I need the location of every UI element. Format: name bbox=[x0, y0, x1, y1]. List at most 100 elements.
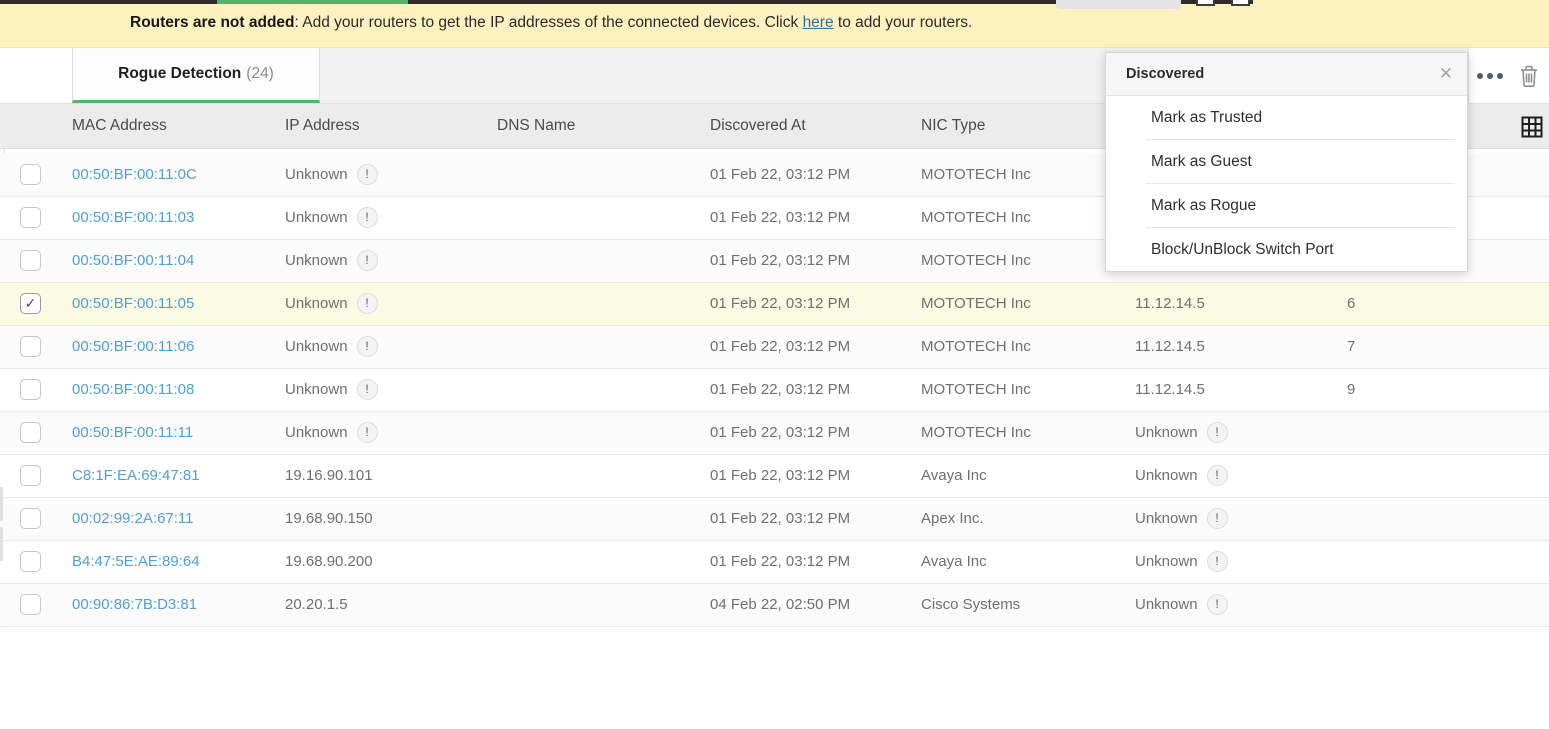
column-header-ip-address[interactable]: IP Address bbox=[285, 104, 360, 148]
ip-address-cell: Unknown! bbox=[285, 240, 378, 282]
table-row[interactable]: ✓ 00:50:BF:00:11:05 Unknown! 01 Feb 22, … bbox=[0, 283, 1549, 326]
nic-type-cell: MOTOTECH Inc bbox=[921, 369, 1031, 411]
unknown-warning-badge: ! bbox=[1207, 465, 1228, 486]
switch-cell: Unknown! bbox=[1135, 412, 1228, 454]
switch-cell: 11.12.14.5 bbox=[1135, 283, 1205, 325]
nic-type-cell: MOTOTECH Inc bbox=[921, 197, 1031, 239]
tab-count: (24) bbox=[246, 65, 274, 83]
discovered-at-cell: 01 Feb 22, 03:12 PM bbox=[710, 240, 850, 282]
mac-address-link[interactable]: 00:50:BF:00:11:06 bbox=[72, 326, 194, 368]
row-checkbox[interactable] bbox=[20, 465, 41, 486]
more-actions-icon[interactable] bbox=[1477, 73, 1503, 79]
column-header-dns-name[interactable]: DNS Name bbox=[497, 104, 575, 148]
ip-address-cell: 19.68.90.150 bbox=[285, 498, 373, 540]
unknown-warning-badge: ! bbox=[357, 379, 378, 400]
nic-type-cell: Cisco Systems bbox=[921, 584, 1020, 626]
banner-message: Routers are not added: Add your routers … bbox=[130, 0, 972, 48]
nic-type-cell: MOTOTECH Inc bbox=[921, 412, 1031, 454]
unknown-warning-badge: ! bbox=[357, 336, 378, 357]
column-header-discovered-at[interactable]: Discovered At bbox=[710, 104, 806, 148]
discovered-at-cell: 01 Feb 22, 03:12 PM bbox=[710, 283, 850, 325]
mac-address-link[interactable]: 00:50:BF:00:11:03 bbox=[72, 197, 194, 239]
popup-item-mark-as-guest[interactable]: Mark as Guest bbox=[1106, 140, 1467, 184]
column-chooser-icon[interactable] bbox=[1521, 116, 1543, 143]
discovered-at-cell: 01 Feb 22, 03:12 PM bbox=[710, 412, 850, 454]
unknown-warning-badge: ! bbox=[1207, 594, 1228, 615]
nic-type-cell: Avaya Inc bbox=[921, 455, 987, 497]
table-row[interactable]: B4:47:5E:AE:89:64 19.68.90.200 01 Feb 22… bbox=[0, 541, 1549, 584]
unknown-warning-badge: ! bbox=[357, 293, 378, 314]
mac-address-link[interactable]: 00:50:BF:00:11:11 bbox=[72, 412, 193, 454]
table-row[interactable]: 00:50:BF:00:11:11 Unknown! 01 Feb 22, 03… bbox=[0, 412, 1549, 455]
table-row[interactable]: 00:50:BF:00:11:06 Unknown! 01 Feb 22, 03… bbox=[0, 326, 1549, 369]
nic-type-cell: Apex Inc. bbox=[921, 498, 984, 540]
nic-type-cell: Avaya Inc bbox=[921, 541, 987, 583]
delete-icon[interactable] bbox=[1519, 65, 1539, 92]
ip-address-cell: Unknown! bbox=[285, 412, 378, 454]
ip-address-cell: Unknown! bbox=[285, 369, 378, 411]
add-routers-link[interactable]: here bbox=[803, 14, 834, 31]
banner-bold-text: Routers are not added bbox=[130, 14, 295, 31]
table-actions bbox=[1468, 48, 1549, 103]
mac-address-link[interactable]: 00:02:99:2A:67:11 bbox=[72, 498, 194, 540]
nic-type-cell: MOTOTECH Inc bbox=[921, 283, 1031, 325]
table-row[interactable]: C8:1F:EA:69:47:81 19.16.90.101 01 Feb 22… bbox=[0, 455, 1549, 498]
tab-rogue-detection[interactable]: Rogue Detection (24) bbox=[72, 48, 320, 103]
mac-address-link[interactable]: 00:50:BF:00:11:04 bbox=[72, 240, 194, 282]
row-checkbox[interactable] bbox=[20, 551, 41, 572]
row-checkbox[interactable] bbox=[20, 508, 41, 529]
discovered-at-cell: 01 Feb 22, 03:12 PM bbox=[710, 369, 850, 411]
mac-address-link[interactable]: 00:50:BF:00:11:08 bbox=[72, 369, 194, 411]
ip-address-cell: Unknown! bbox=[285, 326, 378, 368]
switch-port-cell: 6 bbox=[1347, 283, 1355, 325]
mac-address-link[interactable]: B4:47:5E:AE:89:64 bbox=[72, 541, 200, 583]
table-row[interactable]: 00:90:86:7B:D3:81 20.20.1.5 04 Feb 22, 0… bbox=[0, 584, 1549, 627]
row-checkbox[interactable] bbox=[20, 207, 41, 228]
cutoff-header-icon bbox=[1231, 0, 1250, 6]
tab-label: Rogue Detection bbox=[118, 65, 241, 83]
nic-type-cell: MOTOTECH Inc bbox=[921, 326, 1031, 368]
popup-item-block-unblock-switch-port[interactable]: Block/UnBlock Switch Port bbox=[1106, 228, 1467, 272]
row-checkbox[interactable] bbox=[20, 594, 41, 615]
table-row[interactable]: 00:50:BF:00:11:08 Unknown! 01 Feb 22, 03… bbox=[0, 369, 1549, 412]
unknown-warning-badge: ! bbox=[357, 250, 378, 271]
mac-address-link[interactable]: 00:90:86:7B:D3:81 bbox=[72, 584, 197, 626]
row-checkbox[interactable] bbox=[20, 379, 41, 400]
ip-address-cell: 20.20.1.5 bbox=[285, 584, 348, 626]
switch-port-cell: 9 bbox=[1347, 369, 1355, 411]
top-edge-bar bbox=[0, 0, 217, 4]
popup-title: Discovered bbox=[1126, 53, 1204, 95]
switch-cell: Unknown! bbox=[1135, 455, 1228, 497]
nic-type-cell: MOTOTECH Inc bbox=[921, 240, 1031, 282]
discovered-actions-popup: Discovered ✕ Mark as TrustedMark as Gues… bbox=[1105, 52, 1468, 272]
row-checkbox[interactable] bbox=[20, 164, 41, 185]
nic-type-cell: MOTOTECH Inc bbox=[921, 154, 1031, 196]
mac-address-link[interactable]: 00:50:BF:00:11:0C bbox=[72, 154, 197, 196]
ip-address-cell: 19.68.90.200 bbox=[285, 541, 373, 583]
discovered-at-cell: 04 Feb 22, 02:50 PM bbox=[710, 584, 850, 626]
mac-address-link[interactable]: 00:50:BF:00:11:05 bbox=[72, 283, 194, 325]
ip-address-cell: Unknown! bbox=[285, 154, 378, 196]
row-checkbox[interactable] bbox=[20, 250, 41, 271]
popup-item-mark-as-rogue[interactable]: Mark as Rogue bbox=[1106, 184, 1467, 228]
row-checkbox[interactable] bbox=[20, 336, 41, 357]
row-checkbox[interactable] bbox=[20, 422, 41, 443]
column-header-nic-type[interactable]: NIC Type bbox=[921, 104, 985, 148]
close-icon[interactable]: ✕ bbox=[1439, 53, 1453, 95]
row-checkbox[interactable]: ✓ bbox=[20, 293, 41, 314]
mac-address-link[interactable]: C8:1F:EA:69:47:81 bbox=[72, 455, 200, 497]
unknown-warning-badge: ! bbox=[357, 422, 378, 443]
unknown-warning-badge: ! bbox=[1207, 422, 1228, 443]
table-row[interactable]: 00:02:99:2A:67:11 19.68.90.150 01 Feb 22… bbox=[0, 498, 1549, 541]
discovered-at-cell: 01 Feb 22, 03:12 PM bbox=[710, 498, 850, 540]
switch-cell: Unknown! bbox=[1135, 541, 1228, 583]
left-edge-handle bbox=[0, 487, 3, 521]
switch-port-cell: 7 bbox=[1347, 326, 1355, 368]
ip-address-cell: Unknown! bbox=[285, 197, 378, 239]
discovered-at-cell: 01 Feb 22, 03:12 PM bbox=[710, 197, 850, 239]
discovered-at-cell: 01 Feb 22, 03:12 PM bbox=[710, 541, 850, 583]
popup-item-mark-as-trusted[interactable]: Mark as Trusted bbox=[1106, 96, 1467, 140]
unknown-warning-badge: ! bbox=[1207, 508, 1228, 529]
router-warning-banner: Routers are not added: Add your routers … bbox=[0, 0, 1549, 48]
column-header-mac-address[interactable]: MAC Address bbox=[72, 104, 167, 148]
